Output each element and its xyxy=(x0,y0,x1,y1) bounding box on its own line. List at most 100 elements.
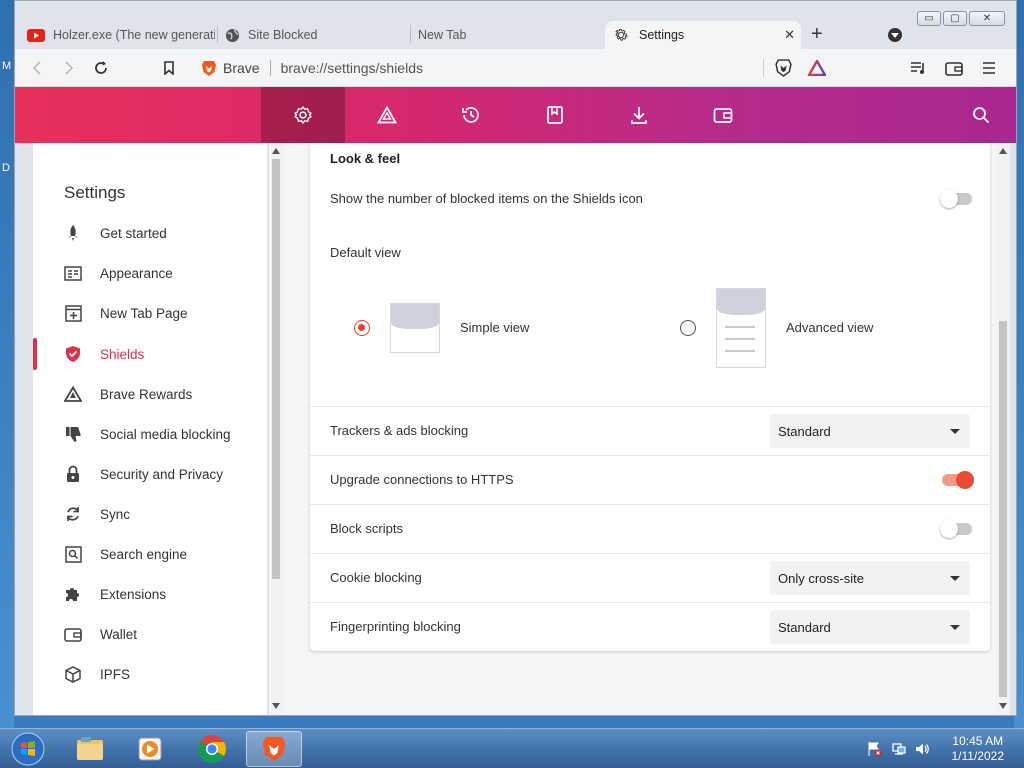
simple-view-label[interactable]: Simple view xyxy=(460,320,529,335)
taskbar-media-player[interactable] xyxy=(122,731,178,767)
settings-nav-button[interactable] xyxy=(261,87,345,143)
tab-label: Holzer.exe (The new generatio xyxy=(53,28,215,42)
tab-youtube[interactable]: Holzer.exe (The new generatio xyxy=(19,21,215,49)
block-scripts-toggle[interactable] xyxy=(940,520,972,538)
sidebar-scrollbar[interactable] xyxy=(269,143,283,715)
puzzle-icon xyxy=(63,584,83,604)
sidebar-item-shields[interactable]: Shields xyxy=(33,336,267,372)
chevron-down-icon xyxy=(950,625,960,630)
sidebar-item-label: Search engine xyxy=(100,546,188,562)
wallet-icon[interactable] xyxy=(944,58,964,78)
scroll-down-arrow-icon[interactable] xyxy=(999,703,1007,709)
close-tab-button[interactable]: ✕ xyxy=(784,27,795,43)
shield-icon xyxy=(63,344,83,364)
trackers-select[interactable]: Standard xyxy=(770,414,970,448)
reload-button[interactable] xyxy=(91,58,111,78)
simple-view-preview-icon[interactable] xyxy=(390,303,440,353)
https-toggle[interactable] xyxy=(942,471,974,489)
sidebar-item-wallet[interactable]: Wallet xyxy=(33,616,267,652)
chevron-down-icon xyxy=(950,429,960,434)
sidebar-item-brave-rewards[interactable]: Brave Rewards xyxy=(33,376,267,412)
volume-icon[interactable] xyxy=(914,741,930,757)
sidebar-item-extensions[interactable]: Extensions xyxy=(33,576,267,612)
wallet-icon xyxy=(713,107,733,124)
sidebar-item-search-engine[interactable]: Search engine xyxy=(33,536,267,572)
maximize-button[interactable]: ▢ xyxy=(943,11,967,26)
history-nav-button[interactable] xyxy=(429,87,513,143)
advanced-view-label[interactable]: Advanced view xyxy=(786,320,873,335)
bookmark-icon[interactable] xyxy=(159,58,179,78)
sidebar-item-security-privacy[interactable]: Security and Privacy xyxy=(33,456,267,492)
tab-search-dropdown-icon[interactable] xyxy=(888,28,902,42)
main-scrollbar-thumb[interactable] xyxy=(999,321,1007,697)
tab-settings[interactable]: Settings ✕ xyxy=(605,21,801,49)
new-tab-page-icon xyxy=(63,303,83,323)
sidebar-item-appearance[interactable]: Appearance xyxy=(33,255,267,291)
new-tab-button[interactable]: + xyxy=(811,23,823,46)
scroll-up-arrow-icon[interactable] xyxy=(272,148,280,154)
forward-button[interactable] xyxy=(59,58,79,78)
fingerprinting-select[interactable]: Standard xyxy=(770,610,970,644)
taskbar-explorer[interactable] xyxy=(62,731,118,767)
wallet-icon xyxy=(63,624,83,644)
start-button[interactable] xyxy=(2,731,54,767)
rewards-nav-button[interactable] xyxy=(345,87,429,143)
desktop-icon-label: D xyxy=(2,162,10,174)
bookmarks-nav-button[interactable] xyxy=(513,87,597,143)
sidebar-item-sync[interactable]: Sync xyxy=(33,496,267,532)
cube-icon xyxy=(63,664,83,684)
shields-settings-card: Look & feel Show the number of blocked i… xyxy=(310,143,990,651)
tab-label: New Tab xyxy=(418,28,467,42)
downloads-nav-button[interactable] xyxy=(597,87,681,143)
globe-icon xyxy=(225,28,240,43)
tab-site-blocked[interactable]: Site Blocked xyxy=(221,21,411,49)
cookie-blocking-label: Cookie blocking xyxy=(330,570,422,585)
media-playlist-icon[interactable] xyxy=(909,58,929,78)
network-icon[interactable] xyxy=(891,741,907,757)
block-scripts-label: Block scripts xyxy=(330,521,403,536)
section-title: Look & feel xyxy=(330,151,401,166)
sidebar-item-social-media-blocking[interactable]: Social media blocking xyxy=(33,416,267,452)
cookie-select-value: Only cross-site xyxy=(778,570,864,586)
sidebar-item-new-tab-page[interactable]: New Tab Page xyxy=(33,295,267,331)
tab-new-tab[interactable]: New Tab xyxy=(415,21,605,49)
sidebar-item-get-started[interactable]: Get started xyxy=(33,215,267,251)
scroll-down-arrow-icon[interactable] xyxy=(272,703,280,709)
main-scrollbar[interactable] xyxy=(996,143,1010,715)
show-count-toggle[interactable] xyxy=(940,190,972,208)
simple-view-radio[interactable] xyxy=(354,320,370,336)
rewards-triangle-icon xyxy=(63,384,83,404)
browser-window: ▭ ▢ ✕ Holzer.exe (The new generatio Site… xyxy=(14,0,1017,716)
rocket-icon xyxy=(63,223,83,243)
taskbar-brave[interactable] xyxy=(246,731,302,767)
tab-label: Settings xyxy=(639,28,685,42)
fingerprinting-select-value: Standard xyxy=(778,619,831,635)
sidebar-item-label: New Tab Page xyxy=(100,305,188,321)
advanced-view-radio[interactable] xyxy=(680,320,696,336)
sidebar-item-ipfs[interactable]: IPFS xyxy=(33,656,267,692)
menu-icon[interactable] xyxy=(979,58,999,78)
sidebar-item-label: Appearance xyxy=(100,265,173,281)
wallet-nav-button[interactable] xyxy=(681,87,765,143)
cookie-blocking-select[interactable]: Only cross-site xyxy=(770,561,970,595)
taskbar-chrome[interactable] xyxy=(184,731,240,767)
brave-shields-icon[interactable] xyxy=(773,58,793,78)
desktop-background: M D xyxy=(0,0,14,728)
rewards-triangle-icon[interactable] xyxy=(807,58,827,78)
back-button[interactable] xyxy=(27,58,47,78)
sidebar-title: Settings xyxy=(64,183,126,202)
scroll-up-arrow-icon[interactable] xyxy=(999,148,1007,154)
action-center-icon[interactable] xyxy=(866,741,882,757)
minimize-button[interactable]: ▭ xyxy=(917,11,941,26)
sidebar-item-label: Get started xyxy=(100,225,167,241)
close-window-button[interactable]: ✕ xyxy=(969,11,1005,26)
explorer-icon xyxy=(75,736,105,762)
advanced-view-preview-icon[interactable] xyxy=(716,288,766,368)
sidebar-scrollbar-thumb[interactable] xyxy=(272,159,280,579)
system-clock[interactable]: 10:45 AM 1/11/2022 xyxy=(952,734,1005,764)
url-text[interactable]: brave://settings/shields xyxy=(281,60,423,76)
search-icon xyxy=(972,106,990,124)
address-bar[interactable]: Brave brave://settings/shields xyxy=(193,54,763,82)
search-settings-button[interactable] xyxy=(939,87,1016,143)
rewards-triangle-icon xyxy=(377,106,397,124)
